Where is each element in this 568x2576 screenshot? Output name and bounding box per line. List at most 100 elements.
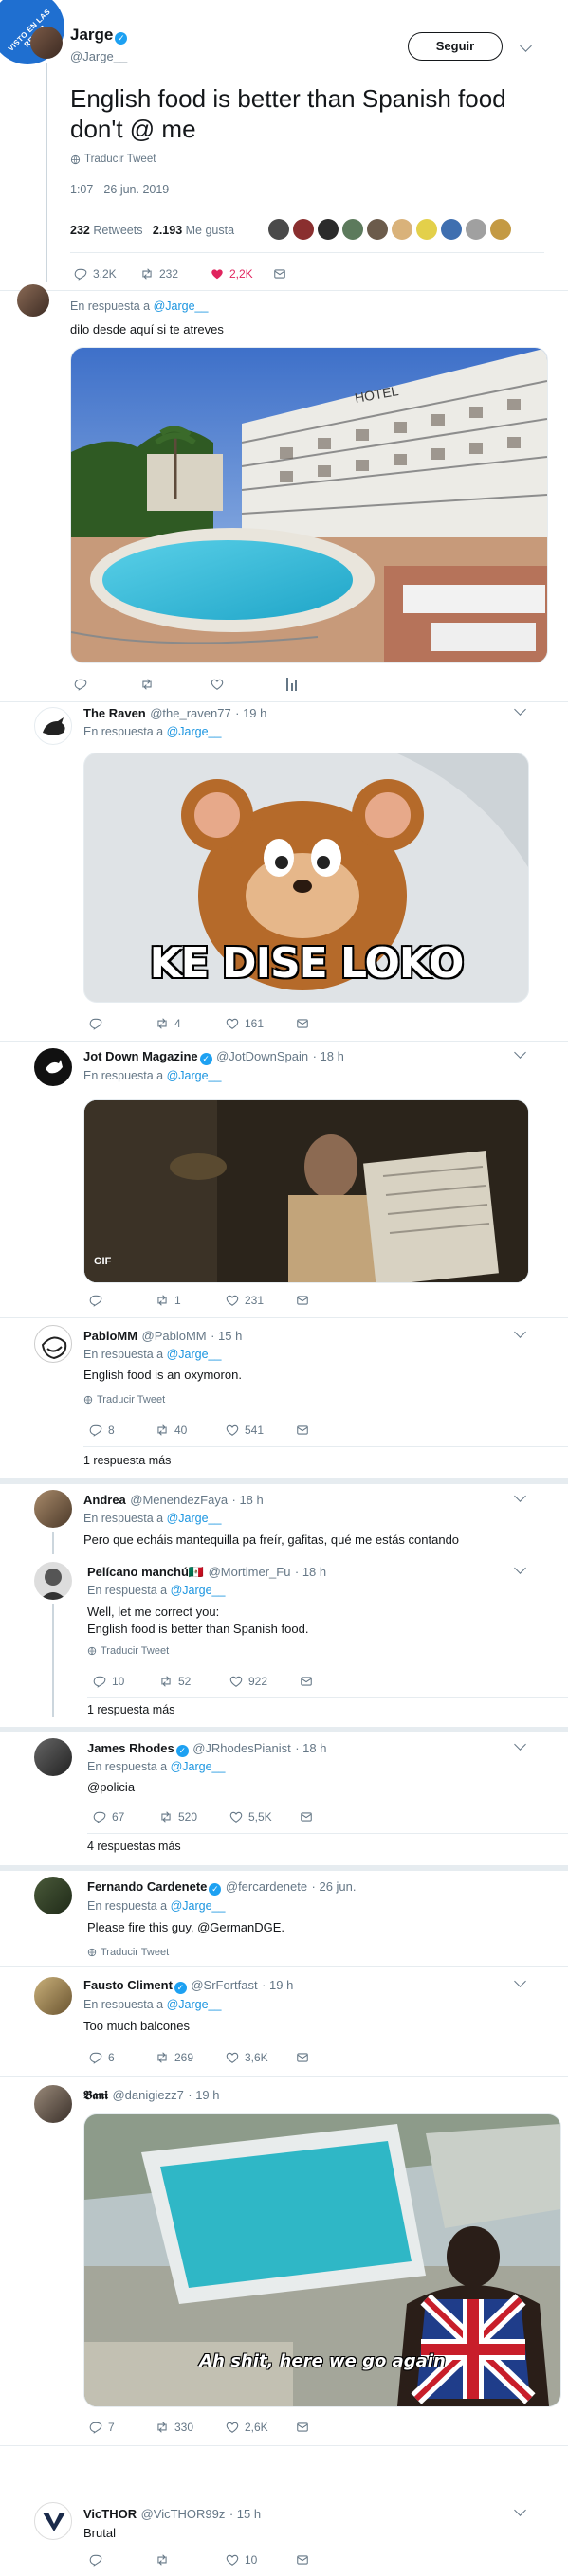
dm-button[interactable] [296, 1424, 315, 1437]
chevron-down-icon[interactable] [514, 1975, 526, 1987]
tweet-time[interactable]: · 19 h [262, 1978, 293, 1992]
liker-avatar[interactable] [268, 219, 289, 240]
dm-button[interactable] [273, 267, 292, 281]
chevron-down-icon[interactable] [514, 1738, 526, 1751]
author-handle[interactable]: @VicTHOR99z [141, 2507, 226, 2521]
retweets-count[interactable]: 232 [70, 224, 90, 237]
liker-avatar[interactable] [490, 219, 511, 240]
gif-media[interactable]: GIF [83, 1099, 529, 1283]
tweet-time[interactable]: · 19 h [188, 2088, 219, 2102]
retweet-button[interactable]: 52 [159, 1675, 229, 1688]
avatar[interactable] [30, 27, 63, 59]
dm-button[interactable] [300, 1810, 319, 1823]
more-replies-link[interactable]: 1 respuesta más [83, 1454, 171, 1467]
translate-link[interactable]: Traducir Tweet [87, 1947, 169, 1958]
author-handle[interactable]: @MenendezFaya [130, 1493, 228, 1507]
more-replies-link[interactable]: 4 respuestas más [87, 1840, 181, 1853]
chevron-down-icon[interactable] [514, 1046, 526, 1059]
avatar[interactable] [34, 1048, 72, 1086]
author-name[interactable]: Pelícano manchú🇲🇽 [87, 1565, 204, 1579]
reply-to-handle[interactable]: @Jarge__ [171, 1899, 226, 1913]
retweets-label[interactable]: Retweets [93, 224, 142, 237]
retweet-button[interactable]: 330 [156, 2421, 226, 2434]
timestamp[interactable]: 1:07 - 26 jun. 2019 [70, 183, 169, 196]
retweet-button[interactable]: 232 [140, 267, 211, 281]
chevron-down-icon[interactable] [520, 40, 532, 52]
author-handle[interactable]: @Jarge__ [70, 49, 127, 63]
reply-button[interactable]: 67 [93, 1810, 159, 1823]
liker-avatar[interactable] [416, 219, 437, 240]
chevron-down-icon[interactable] [514, 1490, 526, 1502]
like-button[interactable]: 161 [226, 1017, 296, 1030]
avatar[interactable] [34, 2502, 72, 2540]
author-handle[interactable]: @PabloMM [142, 1329, 207, 1343]
retweet-button[interactable]: 520 [159, 1810, 229, 1823]
avatar[interactable] [34, 707, 72, 745]
reply-to-handle[interactable]: @Jarge__ [167, 725, 222, 738]
liker-avatar[interactable] [367, 219, 388, 240]
chevron-down-icon[interactable] [514, 1326, 526, 1338]
like-button[interactable]: 541 [226, 1424, 296, 1437]
author-handle[interactable]: @the_raven77 [150, 706, 230, 720]
analytics-button[interactable] [281, 678, 297, 691]
author-handle[interactable]: @SrFortfast [191, 1978, 257, 1992]
tweet-time[interactable]: · 15 h [211, 1329, 242, 1343]
tweet-time[interactable]: · 19 h [235, 706, 266, 720]
author-name[interactable]: VicTHOR [83, 2507, 137, 2521]
reply-button[interactable] [89, 1017, 156, 1030]
retweet-button[interactable] [156, 2553, 226, 2567]
reply-button[interactable]: 10 [93, 1675, 159, 1688]
author-name[interactable]: Andrea [83, 1493, 126, 1507]
reply-to-handle[interactable]: @Jarge__ [167, 1998, 222, 2011]
author-name[interactable]: Fernando Cardenete [87, 1879, 207, 1894]
avatar[interactable] [34, 1490, 72, 1528]
author-name[interactable]: PabloMM [83, 1329, 137, 1343]
translate-link[interactable]: Traducir Tweet [70, 154, 156, 165]
reply-button[interactable]: 8 [89, 1424, 156, 1437]
retweet-button[interactable]: 1 [156, 1294, 226, 1307]
hotel-pool-image[interactable]: HOTEL [70, 347, 548, 663]
translate-link[interactable]: Traducir Tweet [83, 1394, 165, 1406]
chevron-down-icon[interactable] [514, 2504, 526, 2516]
reply-to-handle[interactable]: @Jarge__ [167, 1512, 222, 1525]
author-name[interactable]: The Raven [83, 706, 146, 720]
author-name[interactable]: Fausto Climent [83, 1978, 173, 1992]
avatar[interactable] [34, 1325, 72, 1363]
author-handle[interactable]: @danigiezz7 [112, 2088, 183, 2102]
avatar[interactable] [34, 2085, 72, 2123]
avatar[interactable] [34, 1738, 72, 1776]
reply-button[interactable] [89, 2553, 156, 2567]
reply-button[interactable] [89, 1294, 156, 1307]
follow-button[interactable]: Seguir [408, 32, 503, 61]
author-name[interactable]: James Rhodes [87, 1741, 174, 1755]
cj-meme-image[interactable]: Ah shit, here we go again [83, 2113, 561, 2407]
liker-avatar[interactable] [392, 219, 412, 240]
dm-button[interactable] [296, 1294, 315, 1307]
author-handle[interactable]: @fercardenete [226, 1879, 307, 1894]
reply-button[interactable]: 7 [89, 2421, 156, 2434]
liker-avatar[interactable] [318, 219, 339, 240]
author-name[interactable]: Jot Down Magazine [83, 1049, 198, 1063]
dm-button[interactable] [296, 2051, 315, 2064]
liker-avatar[interactable] [466, 219, 486, 240]
translate-label[interactable]: Traducir Tweet [101, 1947, 169, 1958]
likes-label[interactable]: Me gusta [186, 224, 234, 237]
like-button[interactable] [211, 678, 281, 691]
like-button[interactable]: 10 [226, 2553, 296, 2567]
translate-label[interactable]: Traducir Tweet [97, 1394, 165, 1406]
tweet-time[interactable]: · 18 h [295, 1741, 326, 1755]
retweet-button[interactable]: 4 [156, 1017, 226, 1030]
retweet-button[interactable] [140, 678, 211, 691]
reply-to-handle[interactable]: @Jarge__ [171, 1760, 226, 1773]
avatar[interactable] [34, 1562, 72, 1600]
dm-button[interactable] [296, 1017, 315, 1030]
retweet-button[interactable]: 269 [156, 2051, 226, 2064]
tweet-time[interactable]: · 18 h [232, 1493, 264, 1507]
like-button[interactable]: 922 [229, 1675, 300, 1688]
dm-button[interactable] [296, 2421, 315, 2434]
retweet-button[interactable]: 40 [156, 1424, 226, 1437]
reply-button[interactable] [74, 678, 140, 691]
tweet-time[interactable]: · 18 h [313, 1049, 344, 1063]
reply-button[interactable]: 6 [89, 2051, 156, 2064]
tweet-time[interactable]: · 15 h [229, 2507, 261, 2521]
